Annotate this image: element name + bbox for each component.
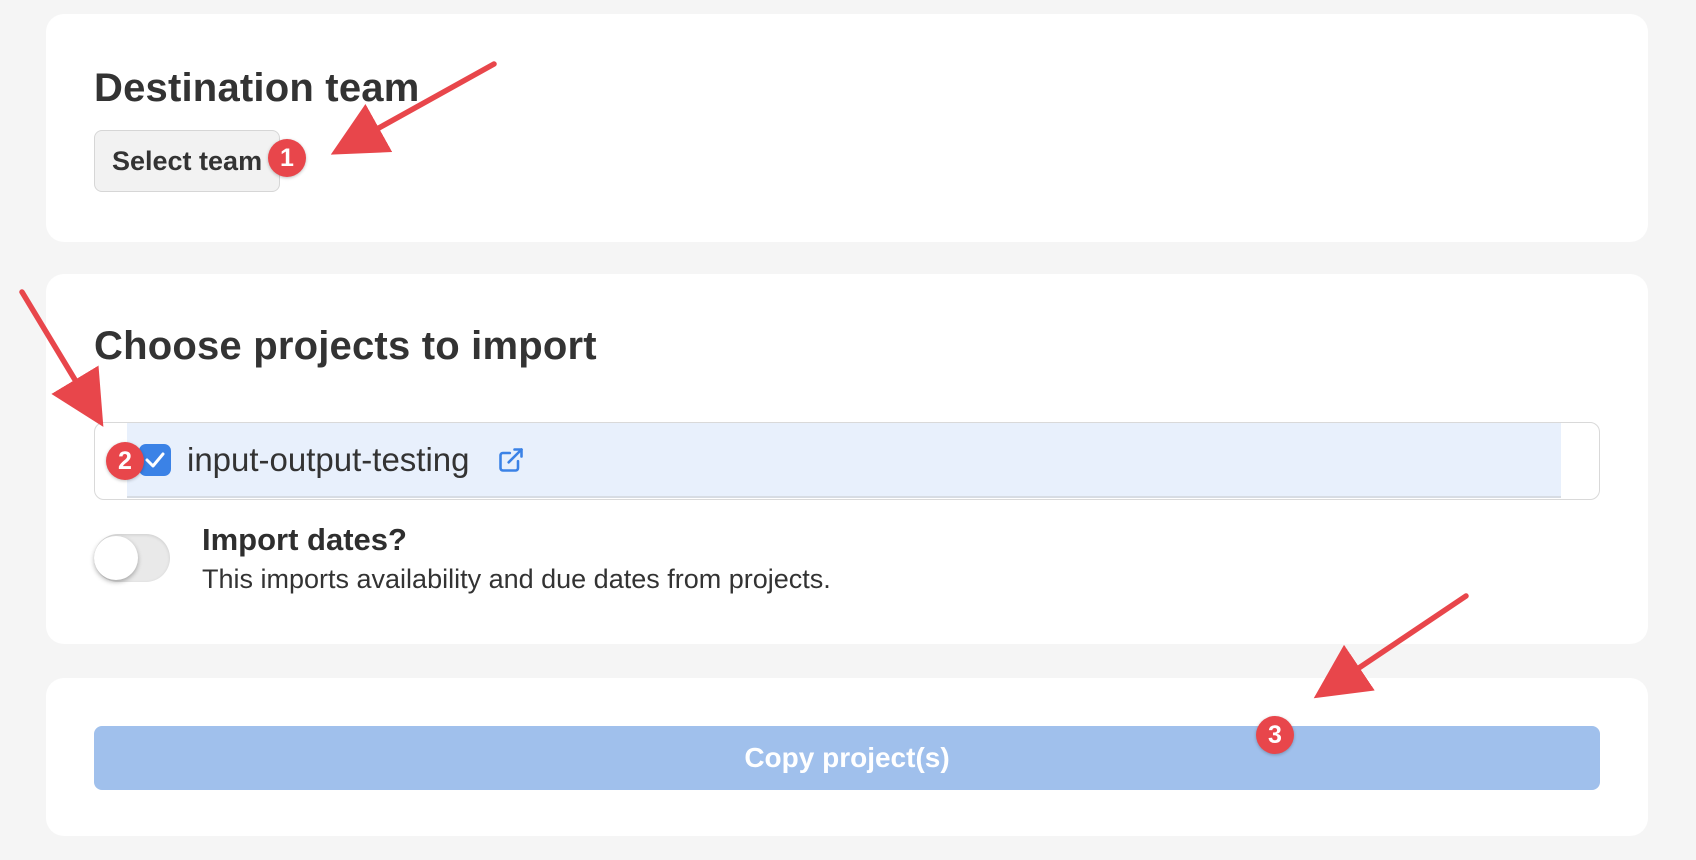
toggle-knob	[94, 536, 138, 580]
destination-team-card: Destination team Select team	[46, 14, 1648, 242]
select-team-button[interactable]: Select team	[94, 130, 280, 192]
import-dates-description: This imports availability and due dates …	[202, 564, 831, 594]
import-dates-toggle[interactable]	[94, 534, 170, 582]
action-card: Copy project(s)	[46, 678, 1648, 836]
annotation-badge-3: 3	[1256, 716, 1294, 754]
import-dates-label: Import dates?	[202, 522, 407, 557]
project-row[interactable]: input-output-testing	[127, 423, 1561, 498]
external-link-icon[interactable]	[497, 446, 525, 474]
copy-projects-button[interactable]: Copy project(s)	[94, 726, 1600, 790]
destination-team-title: Destination team	[94, 66, 420, 110]
choose-projects-card: Choose projects to import input-output-t…	[46, 274, 1648, 644]
annotation-badge-2: 2	[106, 442, 144, 480]
choose-projects-title: Choose projects to import	[94, 324, 597, 368]
project-list: input-output-testing	[94, 422, 1600, 500]
annotation-badge-1: 1	[268, 139, 306, 177]
checkmark-icon	[145, 452, 165, 468]
project-name: input-output-testing	[187, 441, 470, 478]
